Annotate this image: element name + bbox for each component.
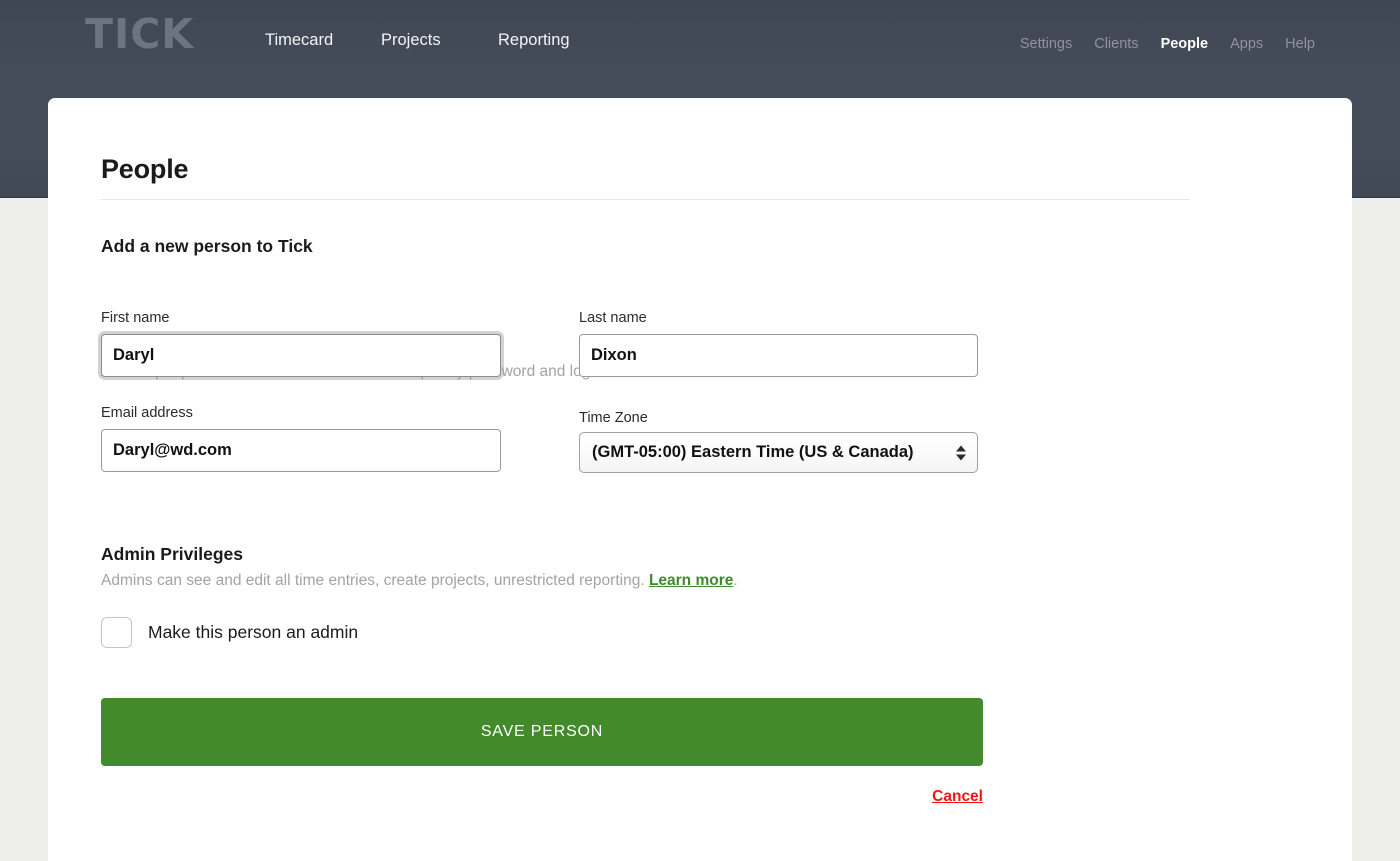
learn-more-link[interactable]: Learn more: [649, 572, 733, 589]
nav-item-projects[interactable]: Projects: [381, 31, 498, 50]
email-input[interactable]: [101, 429, 501, 472]
last-name-input[interactable]: [579, 334, 978, 377]
email-label: Email address: [101, 405, 193, 421]
time-zone-label: Time Zone: [579, 410, 648, 426]
nav-item-people[interactable]: People: [1161, 36, 1209, 52]
content-card: People Add a new person to Tick All new …: [48, 98, 1352, 861]
nav-item-timecard[interactable]: Timecard: [265, 31, 381, 50]
navbar: TICK Timecard Projects Reporting Setting…: [0, 0, 1400, 90]
page-title: People: [101, 154, 188, 185]
time-zone-select[interactable]: (GMT-05:00) Eastern Time (US & Canada): [579, 432, 978, 473]
save-person-button[interactable]: SAVE PERSON: [101, 698, 983, 766]
tick-logo[interactable]: TICK: [85, 14, 194, 55]
title-divider: [101, 199, 1190, 200]
admin-checkbox-label: Make this person an admin: [148, 622, 358, 643]
cancel-link[interactable]: Cancel: [932, 788, 983, 805]
last-name-label: Last name: [579, 310, 647, 326]
nav-item-reporting[interactable]: Reporting: [498, 31, 608, 50]
time-zone-select-box[interactable]: (GMT-05:00) Eastern Time (US & Canada): [579, 432, 978, 473]
secondary-nav: Settings Clients People Apps Help: [1020, 36, 1315, 52]
nav-item-help[interactable]: Help: [1285, 36, 1315, 52]
first-name-label: First name: [101, 310, 170, 326]
chevron-updown-icon: [956, 445, 966, 460]
nav-item-clients[interactable]: Clients: [1094, 36, 1138, 52]
primary-nav: Timecard Projects Reporting: [265, 31, 608, 50]
chevron-down-icon: [956, 454, 966, 460]
add-person-heading: Add a new person to Tick: [101, 236, 313, 257]
cancel-link-wrapper: Cancel: [101, 788, 983, 806]
first-name-input[interactable]: [101, 334, 501, 377]
nav-item-apps[interactable]: Apps: [1230, 36, 1263, 52]
app-root: TICK Timecard Projects Reporting Setting…: [0, 0, 1400, 861]
admin-privileges-heading: Admin Privileges: [101, 544, 243, 565]
admin-checkbox[interactable]: [101, 617, 132, 648]
time-zone-value: (GMT-05:00) Eastern Time (US & Canada): [592, 443, 914, 462]
admin-description-text: Admins can see and edit all time entries…: [101, 572, 649, 589]
chevron-up-icon: [956, 445, 966, 451]
admin-checkbox-row[interactable]: Make this person an admin: [101, 617, 358, 648]
admin-description-period: .: [733, 572, 737, 589]
admin-privileges-description: Admins can see and edit all time entries…: [101, 572, 738, 590]
nav-item-settings[interactable]: Settings: [1020, 36, 1072, 52]
